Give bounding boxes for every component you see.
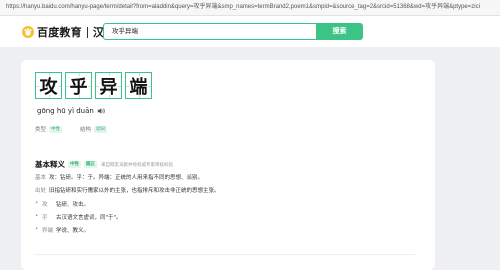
search-input[interactable]: 攻乎异端: [103, 23, 316, 40]
gloss-text: 学说、教义。: [56, 228, 90, 234]
gloss-char: 乎: [42, 215, 48, 221]
browser-address-bar[interactable]: https://hanyu.baidu.com/hanyu-page/term/…: [0, 0, 500, 16]
baidu-paw-icon: [22, 26, 34, 38]
basic-tag-1: 中性: [68, 161, 81, 168]
character: 乎: [69, 76, 88, 98]
definition-label: 基本: [35, 175, 47, 181]
gloss-text: 古汉语文言虚词，同"于"。: [56, 215, 122, 221]
source-note: 来自网友贡献并经权威专家审核校验: [101, 162, 173, 168]
structure-tag: 动词: [94, 125, 108, 133]
type-label: 类型: [35, 127, 47, 133]
speaker-icon[interactable]: [97, 107, 105, 115]
character: 异: [99, 76, 118, 98]
gloss-char: 攻: [42, 202, 48, 208]
character-box: 乎: [65, 72, 92, 99]
bullet-icon: •: [35, 200, 39, 206]
character: 攻: [39, 76, 58, 98]
word-gloss-row: • 异端 学说、教义。: [35, 226, 89, 234]
gloss-text: 钻研、攻击。: [56, 202, 90, 208]
section-heading: 基本释义: [35, 160, 65, 169]
pinyin-text: gōng hū yì duān: [37, 107, 94, 115]
structure-label: 结构: [80, 127, 92, 133]
definition-text: 旧指钻研和实行儒家以外的主张，也指排斥和攻击非正统的思想主张。: [49, 188, 220, 194]
definition-label: 出处: [35, 188, 47, 194]
character-box: 攻: [35, 72, 62, 99]
section-divider: [35, 254, 415, 255]
definition-row: 出处 旧指钻研和实行儒家以外的主张，也指排斥和攻击非正统的思想主张。: [35, 186, 220, 194]
site-header: 百度教育 汉语 攻乎异端 搜索: [0, 16, 500, 47]
character-box: 异: [95, 72, 122, 99]
character: 端: [129, 76, 148, 98]
brand-name: 百度教育: [37, 26, 82, 39]
pinyin: gōng hū yì duān: [37, 107, 105, 115]
search-button[interactable]: 搜索: [316, 23, 363, 40]
url-text[interactable]: https://hanyu.baidu.com/hanyu-page/term/…: [6, 0, 480, 15]
term-card: 攻 乎 异 端 gōng hū yì duān 类型 中性 结构 动词 基本释义…: [21, 60, 435, 270]
logo-divider: [86, 26, 88, 38]
term-meta: 类型 中性 结构 动词: [35, 125, 108, 133]
bullet-icon: •: [35, 226, 39, 232]
site-logo[interactable]: 百度教育 汉语: [22, 24, 115, 40]
basic-definition-title: 基本释义 中性 疑正 来自网友贡献并经权威专家审核校验: [35, 159, 173, 170]
word-gloss-row: • 乎 古汉语文言虚词，同"于"。: [35, 213, 122, 221]
gloss-char: 异端: [42, 228, 54, 234]
type-tag: 中性: [49, 125, 63, 133]
definition-text: 攻：钻研。乎：于。异端：正统的人用来指不同的思想、派别。: [49, 175, 204, 181]
term-characters: 攻 乎 异 端: [35, 72, 155, 99]
basic-tag-2: 疑正: [84, 161, 97, 168]
bullet-icon: •: [35, 213, 39, 219]
definition-row: 基本 攻：钻研。乎：于。异端：正统的人用来指不同的思想、派别。: [35, 173, 203, 181]
word-gloss-row: • 攻 钻研、攻击。: [35, 200, 89, 208]
character-box: 端: [125, 72, 152, 99]
